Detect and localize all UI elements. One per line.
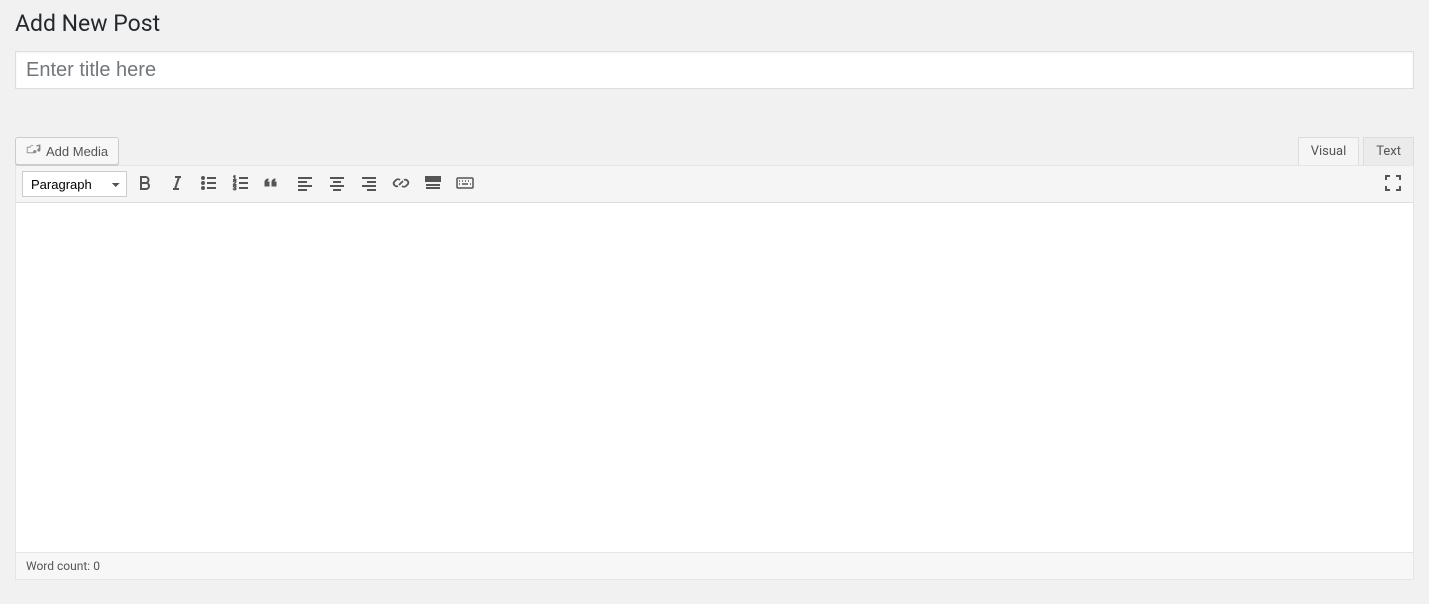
numbered-list-icon: 123 [231, 173, 251, 196]
camera-music-icon [26, 142, 42, 161]
align-right-button[interactable] [355, 170, 383, 198]
editor-statusbar: Word count: 0 [16, 552, 1413, 579]
add-media-button[interactable]: Add Media [15, 137, 119, 165]
editor-toolbar: Paragraph 123 [16, 166, 1413, 203]
bulleted-list-button[interactable] [195, 170, 223, 198]
align-center-button[interactable] [323, 170, 351, 198]
insert-more-button[interactable] [419, 170, 447, 198]
block-format-select[interactable]: Paragraph [22, 171, 127, 197]
toolbar-toggle-button[interactable] [451, 170, 479, 198]
read-more-icon [423, 173, 443, 196]
tab-text[interactable]: Text [1363, 137, 1414, 165]
insert-link-button[interactable] [387, 170, 415, 198]
editor-mode-tabs: Visual Text [1298, 137, 1414, 165]
bold-icon [135, 173, 155, 196]
bold-button[interactable] [131, 170, 159, 198]
keyboard-icon [455, 173, 475, 196]
align-center-icon [327, 173, 347, 196]
fullscreen-button[interactable] [1379, 170, 1407, 198]
word-count-value: 0 [93, 559, 100, 573]
tab-visual[interactable]: Visual [1298, 137, 1360, 165]
svg-text:3: 3 [233, 186, 237, 192]
blockquote-button[interactable] [259, 170, 287, 198]
add-media-label: Add Media [46, 144, 108, 159]
align-left-icon [295, 173, 315, 196]
italic-button[interactable] [163, 170, 191, 198]
post-title-input[interactable] [15, 51, 1414, 89]
align-right-icon [359, 173, 379, 196]
align-left-button[interactable] [291, 170, 319, 198]
link-icon [391, 173, 411, 196]
bulleted-list-icon [199, 173, 219, 196]
quote-icon [263, 173, 283, 196]
word-count-label: Word count: [26, 559, 93, 573]
italic-icon [167, 173, 187, 196]
numbered-list-button[interactable]: 123 [227, 170, 255, 198]
post-content-editor[interactable] [16, 203, 1413, 548]
editor-container: Paragraph 123 [15, 165, 1414, 580]
fullscreen-icon [1383, 173, 1403, 196]
page-title: Add New Post [15, 10, 1414, 37]
